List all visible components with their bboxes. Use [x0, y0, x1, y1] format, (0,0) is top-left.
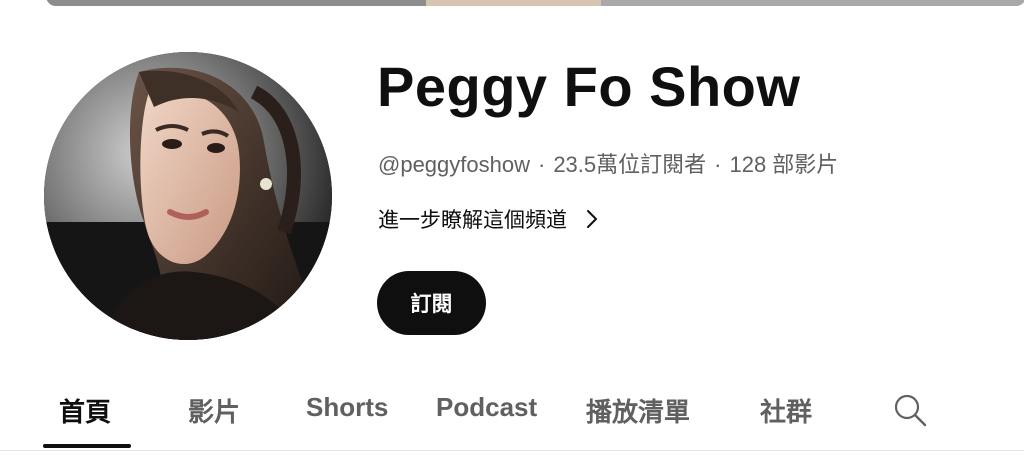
chevron-right-icon: [585, 209, 599, 229]
tab-community[interactable]: 社群: [760, 392, 812, 429]
avatar-image: [44, 52, 332, 340]
tab-podcast[interactable]: Podcast: [436, 392, 537, 423]
channel-avatar[interactable]: [44, 52, 332, 340]
subscriber-count: 23.5萬位訂閱者: [553, 152, 707, 177]
banner-segment: [426, 0, 601, 6]
banner-segment: [46, 0, 426, 6]
search-icon[interactable]: [890, 390, 930, 430]
channel-banner: [46, 0, 1024, 6]
channel-meta: @peggyfoshow · 23.5萬位訂閱者 · 128 部影片: [378, 147, 838, 179]
about-link-label: 進一步瞭解這個頻道: [378, 209, 567, 232]
tab-shorts[interactable]: Shorts: [306, 392, 388, 423]
tab-playlists[interactable]: 播放清單: [586, 392, 690, 429]
video-count: 128 部影片: [729, 152, 839, 177]
tabs-divider: [0, 450, 1024, 451]
meta-separator: ·: [537, 152, 546, 177]
tab-home[interactable]: 首頁: [59, 392, 111, 429]
tab-videos[interactable]: 影片: [188, 392, 240, 429]
active-tab-indicator: [43, 444, 131, 448]
banner-segment: [601, 0, 1024, 6]
meta-separator: ·: [714, 152, 722, 177]
channel-about-link[interactable]: 進一步瞭解這個頻道: [378, 204, 599, 234]
channel-handle: @peggyfoshow: [378, 152, 530, 177]
channel-title: Peggy Fo Show: [377, 55, 801, 118]
subscribe-button[interactable]: 訂閱: [377, 271, 486, 335]
channel-tabs: 首頁 影片 Shorts Podcast 播放清單 社群: [0, 380, 1024, 450]
